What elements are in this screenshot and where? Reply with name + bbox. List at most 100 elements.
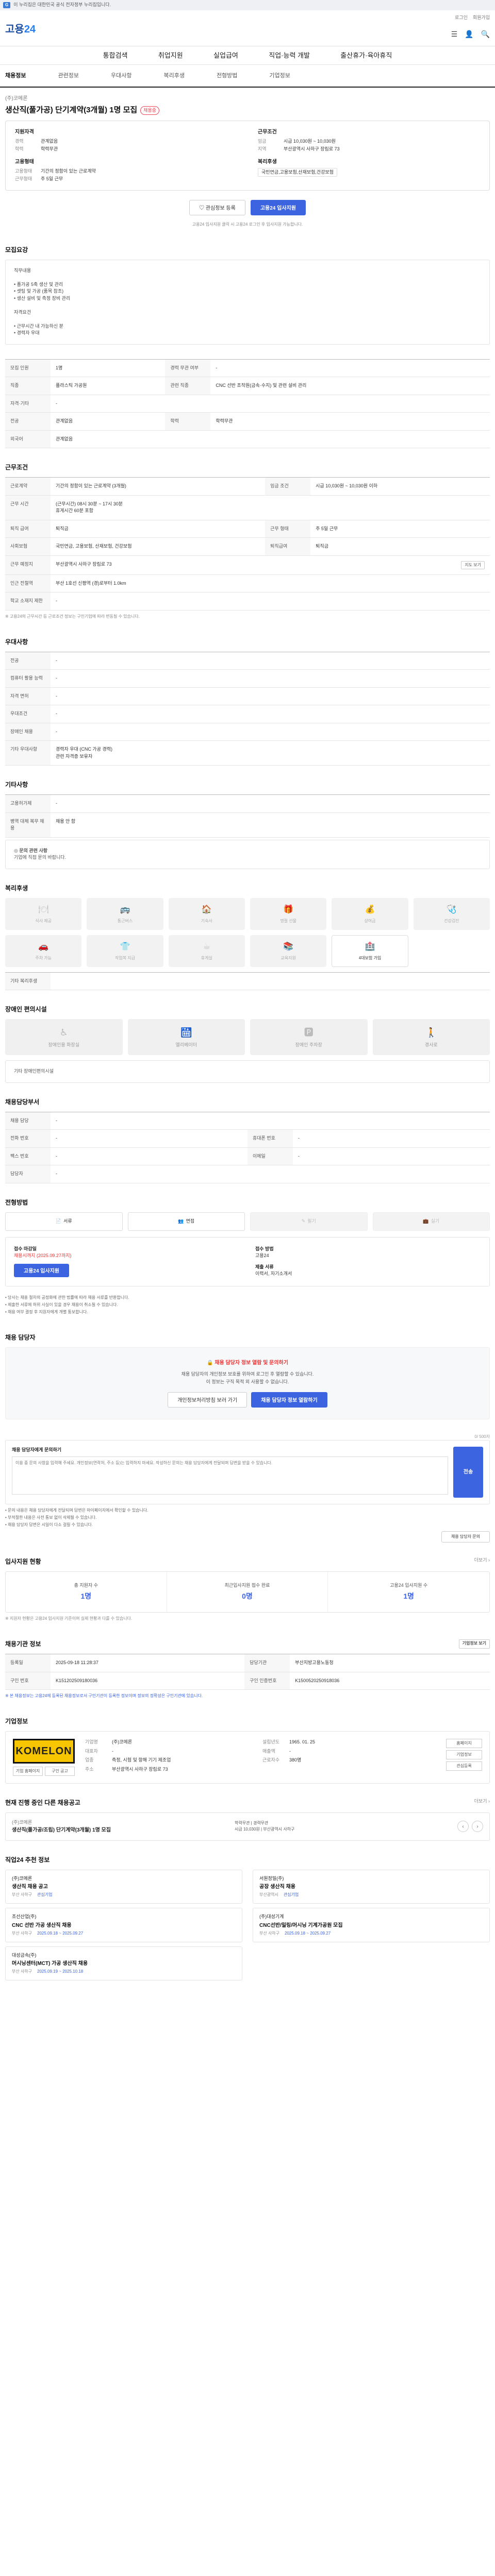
signup-link[interactable]: 회원가입 bbox=[473, 14, 490, 22]
barrier-section: 장애인 편의시설 ♿ 장애인용 화장실 🛗 엘리베이터 🅿 장애인 주차장 🚶 경사로 기타 … bbox=[0, 994, 495, 1087]
job-link[interactable]: 구인 공고 bbox=[45, 1767, 75, 1776]
view-contact-button[interactable]: 채용 담당자 정보 열람하기 bbox=[251, 1392, 327, 1408]
map-button[interactable]: 지도 보기 bbox=[461, 561, 485, 569]
nav-item-job[interactable]: 취업지원 bbox=[158, 50, 183, 61]
company-info-button[interactable]: 기업정보 보기 bbox=[458, 1639, 490, 1649]
privacy-button[interactable]: 개인정보처리방침 보러 가기 bbox=[168, 1392, 248, 1408]
method-row: 📄 서류 👥 면접 ✎ 필기 💼 실기 bbox=[5, 1212, 490, 1231]
more-link[interactable]: 더보기 › bbox=[474, 1798, 490, 1807]
barrier-grid: ♿ 장애인용 화장실 🛗 엘리베이터 🅿 장애인 주차장 🚶 경사로 bbox=[5, 1019, 490, 1055]
side-link[interactable]: 관심등록 bbox=[446, 1761, 482, 1771]
summary-table: 모집 인원 1명 경력 무관 여부 - 직종 플라스틱 가공원 관련 직종 CNC 선반 조… bbox=[5, 359, 490, 449]
emp-col: 고용형태 고용형태 기간의 정함이 있는 근로계약 근무형태 주 5일 근무 bbox=[15, 158, 237, 183]
table-row: 학교 소재지 제한 - bbox=[5, 592, 490, 611]
qual-key: 경력 bbox=[15, 138, 24, 144]
contact-p1: 채용 담당자의 개인정보 보호를 위하여 로그인 후 열람할 수 있습니다. bbox=[181, 1371, 314, 1377]
scrap-button[interactable]: ♡ 관심정보 등록 bbox=[189, 199, 245, 215]
tab-pref[interactable]: 우대사항 bbox=[111, 72, 131, 80]
section-title: 근무조건 bbox=[5, 464, 28, 471]
row-key: 담당자 bbox=[5, 1165, 51, 1183]
table-row: 외국어 관계없음 bbox=[5, 430, 490, 448]
info-val: - bbox=[112, 1748, 113, 1754]
nav-item-leave[interactable]: 출산휴가·육아휴직 bbox=[340, 50, 392, 61]
menu-icon[interactable]: ☰ bbox=[451, 29, 458, 40]
nav-item-unemployment[interactable]: 실업급여 bbox=[213, 50, 238, 61]
table-row: 담당자 - bbox=[5, 1165, 490, 1183]
site-logo[interactable]: 고용24 bbox=[5, 22, 36, 37]
list-item: • 문의 내용은 채용 담당자에게 전달되며 답변은 마이페이지에서 확인할 수… bbox=[5, 1507, 148, 1513]
table-row: 구인 번호 K151202509180036 구인 인증번호 K15005202509… bbox=[5, 1672, 490, 1690]
rec-title: CNC선반/밀링/머시닝 기계가공원 모집 bbox=[259, 1922, 343, 1928]
row-val: 경력자 우대 (CNC 가공 경력) 관련 자격증 보유자 bbox=[51, 740, 490, 766]
method-item: 👥 면접 bbox=[127, 1212, 245, 1231]
tab-related[interactable]: 관련정보 bbox=[58, 72, 78, 80]
section-title: 모집요강 bbox=[5, 246, 28, 253]
company-section: 기업정보 KOMELON 기업 홈페이지 구인 공고 기업명 (주)코메론 설립년도… bbox=[0, 1706, 495, 1788]
rec-company: (주)대성기계 bbox=[259, 1914, 284, 1919]
nav-item-training[interactable]: 직업·능력 개발 bbox=[269, 50, 310, 61]
company-box: KOMELON 기업 홈페이지 구인 공고 기업명 (주)코메론 설립년도 1965.… bbox=[5, 1731, 490, 1784]
tab-method[interactable]: 전형방법 bbox=[217, 72, 237, 80]
homepage-link[interactable]: 기업 홈페이지 bbox=[13, 1767, 43, 1776]
doc2-value: 이력서, 자기소개서 bbox=[255, 1271, 292, 1276]
recommend-card[interactable]: 조선산업(주) CNC 선반 가공 생산직 채용 부산 사하구 2025.09.18 … bbox=[5, 1908, 242, 1942]
list-item: • 채용 여부 결정 후 지원자에게 개별 통보합니다. bbox=[5, 1309, 88, 1314]
cond-val: 부산광역시 사하구 장림로 73 bbox=[284, 146, 340, 151]
row-val: - bbox=[51, 395, 490, 413]
company-info-grid: 기업명 (주)코메론 설립년도 1965. 01. 25 대표자 - 매출액 - 업종 측정,… bbox=[85, 1739, 436, 1776]
rec-extra: 2025.09.19 ~ 2025.10.18 bbox=[37, 1969, 84, 1974]
inquiry-title: ◎ 문의 관련 사항 bbox=[14, 848, 48, 853]
welfare-label: 교육지원 bbox=[280, 955, 296, 960]
tab-welfare[interactable]: 복리후생 bbox=[163, 72, 184, 80]
row-key: 팩스 번호 bbox=[5, 1147, 51, 1165]
row-val: 관계없음 bbox=[51, 430, 490, 448]
pref-table: 전공 - 컴퓨터 활용 능력 - 자격 면허 - 우대조건 - 장애인 채용 - 기타 우… bbox=[5, 651, 490, 766]
search-icon[interactable]: 🔍 bbox=[481, 29, 490, 40]
nav-item-search[interactable]: 통합검색 bbox=[103, 50, 128, 61]
row-val: 부산광역시 사하구 장림로 73 bbox=[56, 561, 112, 567]
recommend-card[interactable]: (주)대성기계 CNC선반/밀링/머시닝 기계가공원 모집 부산 사하구 2025.0… bbox=[253, 1908, 490, 1942]
table-row: 팩스 번호 - 이메일 - bbox=[5, 1147, 490, 1165]
recommend-card[interactable]: 서원정밀(주) 공장 생산직 채용 부산광역시 관심기업 bbox=[253, 1869, 490, 1904]
qa-input[interactable] bbox=[12, 1456, 448, 1495]
other-meta: 학력무관 | 경력무관 bbox=[235, 1821, 269, 1826]
other-job-card[interactable]: (주)코메론 생산직(폴가공/조립) 단기계약(3개월) 1명 모집 학력무관 … bbox=[5, 1812, 490, 1841]
rec-location: 부산 사하구 bbox=[259, 1930, 280, 1936]
side-link[interactable]: 홈페이지 bbox=[446, 1739, 482, 1748]
recommend-card[interactable]: 대성금속(주) 머시닝센터(MCT) 가공 생산직 채용 부산 사하구 2025.09… bbox=[5, 1946, 242, 1980]
apply-button[interactable]: 고용24 입사지원 bbox=[250, 199, 306, 215]
info-key: 대표자 bbox=[85, 1748, 98, 1754]
stat-label: 고용24 입사지원 수 bbox=[390, 1582, 428, 1588]
emp-key: 고용형태 bbox=[15, 168, 32, 174]
qa-section: 0/ 500자 채용 담당자에게 문의하기 전송 • 문의 내용은 채용 담당자… bbox=[0, 1423, 495, 1547]
row-key: 학력 bbox=[165, 412, 211, 431]
tab-job-info[interactable]: 채용정보 bbox=[5, 72, 26, 80]
table-row: 사회보험 국민연금, 고용보험, 산재보험, 건강보험 퇴직급여 퇴직금 bbox=[5, 537, 490, 556]
tab-company[interactable]: 기업정보 bbox=[269, 72, 290, 80]
prev-icon[interactable]: ‹ bbox=[457, 1821, 469, 1833]
qa-inquiry-button[interactable]: 채용 담당자 문의 bbox=[441, 1531, 490, 1543]
recommend-card[interactable]: (주)코메론 생산직 채용 공고 부산 사하구 관심기업 bbox=[5, 1869, 242, 1904]
stats-note: ※ 지원자 현황은 고용24 입사지원 기준이며 실제 현황과 다를 수 있습니… bbox=[5, 1616, 133, 1621]
qa-send-button[interactable]: 전송 bbox=[453, 1446, 483, 1498]
row-val: CNC 선반 조작원(금속·수지) 및 관련 설비 관리 bbox=[210, 377, 490, 395]
method-label: 면접 bbox=[186, 1218, 195, 1224]
row-key: 퇴직급여 bbox=[265, 537, 311, 556]
stat-value: 0명 bbox=[242, 1592, 253, 1600]
row-val: 채용 안 함 bbox=[51, 812, 490, 838]
qual-col: 지원자격 경력 관계없음 학력 학력무관 bbox=[15, 128, 237, 153]
apply-button-2[interactable]: 고용24 입사지원 bbox=[14, 1263, 70, 1277]
next-icon[interactable]: › bbox=[472, 1821, 483, 1833]
side-link[interactable]: 기업정보 bbox=[446, 1750, 482, 1759]
row-val: - bbox=[293, 1129, 490, 1148]
summary-section: 모집 인원 1명 경력 무관 여부 - 직종 플라스틱 가공원 관련 직종 CNC 선반 조… bbox=[0, 349, 495, 453]
more-link[interactable]: 더보기 › bbox=[474, 1557, 490, 1566]
list-item: • 채용 담당자 답변은 시일이 다소 걸릴 수 있습니다. bbox=[5, 1522, 93, 1527]
section-title: 우대사항 bbox=[5, 638, 28, 646]
recommend-grid: (주)코메론 생산직 채용 공고 부산 사하구 관심기업 서원정밀(주) 공장 생산직 채… bbox=[5, 1869, 490, 1980]
login-link[interactable]: 로그인 bbox=[455, 14, 468, 22]
welfare-item: ☕ 휴게실 bbox=[168, 935, 245, 967]
user-icon[interactable]: 👤 bbox=[465, 29, 473, 40]
table-row: 근로계약 기간의 정함이 있는 근로계약 (3개월) 임금 조건 시급 10,030원… bbox=[5, 477, 490, 496]
table-row: 기타 복리후생 bbox=[5, 972, 490, 990]
